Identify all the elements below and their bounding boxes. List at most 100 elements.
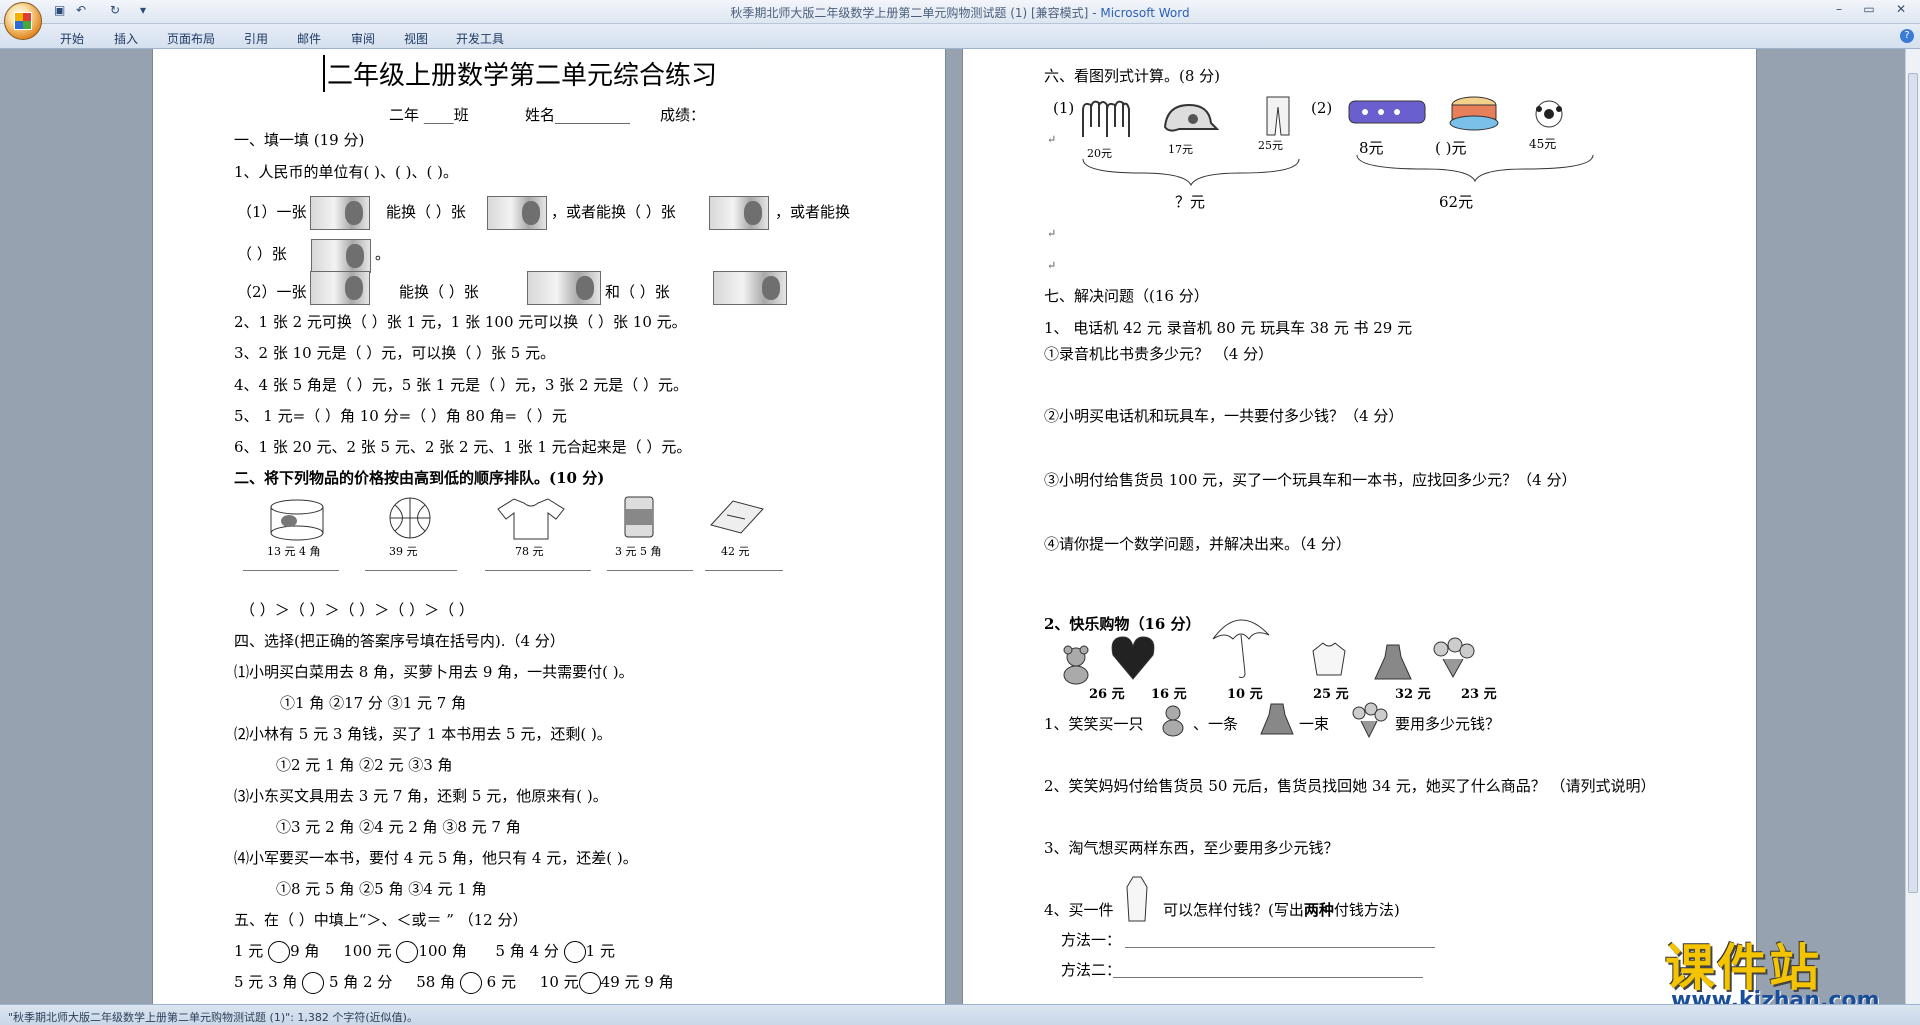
document-name: 秋季期北师大版二年级数学上册第二单元购物测试题 (1) [兼容模式] xyxy=(730,6,1089,20)
shop-question-4-bold: 两种 xyxy=(1303,901,1334,919)
heart-card-image xyxy=(1111,636,1155,680)
header-score: 成绩： xyxy=(660,106,706,124)
teddy-bear-image xyxy=(1063,645,1089,685)
paragraph-mark: ↵ xyxy=(1047,133,1057,146)
dress-small-image xyxy=(1260,703,1294,735)
shop-price-3: 10 元 xyxy=(1227,687,1263,702)
banknote-20-image xyxy=(709,196,769,230)
umbrella-image xyxy=(1212,619,1270,678)
goods-sum: ？元 xyxy=(1175,193,1206,211)
section-2-heading: 二、将下列物品的价格按由高到低的顺序排队。(10 分) xyxy=(234,469,605,487)
ribbon-tabs: 开始 插入 页面布局 引用 邮件 审阅 视图 开发工具 ? xyxy=(0,24,1920,49)
compare-circle[interactable] xyxy=(563,941,586,963)
question-3: 3、2 张 10 元是（ ）元，可以换（ ）张 5 元。 xyxy=(234,344,556,362)
box-image xyxy=(710,500,764,534)
price-2: 39 元 xyxy=(389,545,418,558)
basketball-image xyxy=(389,497,431,539)
tab-developer[interactable]: 开发工具 xyxy=(456,30,504,47)
section-7-heading: 七、解决问题（(16 分） xyxy=(1044,287,1209,305)
compare-right: 6 元 xyxy=(486,973,516,991)
answer-line xyxy=(705,570,783,571)
banknote-10-image xyxy=(311,239,371,273)
brace-1 xyxy=(1082,158,1300,187)
flowers-image xyxy=(1433,637,1475,679)
minimize-button[interactable]: – xyxy=(1826,2,1852,20)
question-1: 1、人民币的单位有( )、( )、( )。 xyxy=(234,163,458,181)
compare-circle[interactable] xyxy=(459,972,482,994)
office-button[interactable] xyxy=(4,2,42,40)
answer-line xyxy=(607,570,693,571)
compare-circle[interactable] xyxy=(268,941,291,963)
app-name: Microsoft Word xyxy=(1100,6,1190,20)
page-title: 二年级上册数学第二单元综合练习 xyxy=(323,55,717,92)
tab-review[interactable]: 审阅 xyxy=(351,30,375,47)
toys-sum: 62元 xyxy=(1439,193,1474,211)
maximize-button[interactable]: ▭ xyxy=(1856,2,1882,20)
problem-7-2: ②小明买电话机和玩具车，一共要付多少钱？（4 分） xyxy=(1044,407,1404,425)
tab-page-layout[interactable]: 页面布局 xyxy=(167,30,215,47)
trousers-image xyxy=(1266,96,1290,136)
vertical-scrollbar[interactable] xyxy=(1905,49,1920,1004)
tab-home[interactable]: 开始 xyxy=(60,30,84,47)
scrollbar-thumb[interactable] xyxy=(1908,73,1918,893)
compare-right: 1 元 xyxy=(585,942,615,960)
shop-price-1: 26 元 xyxy=(1089,687,1125,702)
method-1-label: 方法一： xyxy=(1061,931,1122,949)
question-1a-part-2: 能换（ ）张 xyxy=(386,203,466,221)
window-title: 秋季期北师大版二年级数学上册第二单元购物测试题 (1) [兼容模式] - Mic… xyxy=(0,4,1920,21)
question-5: 5、 1 元=（ ）角 10 分=（ ）角 80 角=（ ）元 xyxy=(234,407,567,425)
section-4-heading: 四、选择(把正确的答案序号填在括号内).（4 分） xyxy=(234,632,565,650)
question-1a-part-4: ，或者能换 xyxy=(775,203,851,221)
teddy-bear-small-image xyxy=(1162,705,1184,737)
shop-question-4-text: 可以怎样付钱？(写出 xyxy=(1163,901,1304,919)
banknote-1-image xyxy=(713,271,787,305)
choice-1: ⑴小明买白菜用去 8 角，买萝卜用去 9 角，一共需要付( )。 xyxy=(234,663,634,681)
ordering-row: （ ）＞（ ）＞（ ）＞（ ）＞（ ） xyxy=(240,601,474,619)
cap-image xyxy=(1163,103,1219,132)
compare-circle[interactable] xyxy=(578,972,601,994)
word-count-status[interactable]: "秋季期北师大版二年级数学上册第二单元购物测试题 (1)": 1,382 个字符… xyxy=(8,1009,418,1025)
shop-question-1c: 一束 xyxy=(1299,715,1330,733)
header-name: 姓名__________ xyxy=(525,106,631,124)
compare-right: 9 角 xyxy=(290,942,320,960)
compare-left: 5 角 4 分 xyxy=(495,942,559,960)
paragraph-mark: ↵ xyxy=(1047,227,1057,240)
tab-references[interactable]: 引用 xyxy=(244,30,268,47)
shop-question-4-tail: 付钱方法) xyxy=(1333,901,1400,919)
page-2[interactable]: 六、看图列式计算。(8 分) (1) 20元 17元 25元 ？元 (2) 8元… xyxy=(963,49,1756,1004)
compare-left: 58 角 xyxy=(416,973,456,991)
help-icon[interactable]: ? xyxy=(1900,29,1914,43)
tab-insert[interactable]: 插入 xyxy=(114,30,138,47)
answer-line xyxy=(485,570,591,571)
question-1b-part-2: 。 xyxy=(375,245,391,263)
title-bar: ▣ ↶ ↻ ▾ 秋季期北师大版二年级数学上册第二单元购物测试题 (1) [兼容模… xyxy=(0,0,1920,40)
method-2-line[interactable] xyxy=(1113,977,1423,978)
compare-circle[interactable] xyxy=(396,941,419,963)
shop-question-4a: 4、买一件 xyxy=(1044,901,1114,919)
tab-view[interactable]: 视图 xyxy=(404,30,428,47)
compare-circle[interactable] xyxy=(302,972,325,994)
shop-question-3: 3、淘气想买两样东西，至少要用多少元钱？ xyxy=(1044,839,1339,857)
toys-price-3: 45元 xyxy=(1529,137,1557,151)
compare-row-2: 5 元 3 角 5 角 2 分 58 角 6 元 10 元 49 元 9 角 xyxy=(234,971,674,994)
close-button[interactable]: ✕ xyxy=(1888,2,1914,20)
flowers-small-image xyxy=(1352,702,1388,739)
question-1b-part-1: （ ）张 xyxy=(237,245,287,263)
status-bar: "秋季期北师大版二年级数学上册第二单元购物测试题 (1)": 1,382 个字符… xyxy=(0,1004,1920,1025)
page-1[interactable]: 二年级上册数学第二单元综合练习 二年 ____班 姓名__________ 成绩… xyxy=(153,49,945,1004)
tab-mailings[interactable]: 邮件 xyxy=(297,30,321,47)
product-list: 1、 电话机 42 元 录音机 80 元 玩具车 38 元 书 29 元 xyxy=(1044,319,1413,337)
shop-price-5: 32 元 xyxy=(1395,687,1431,702)
answer-line xyxy=(365,570,457,571)
question-1c-part-3: 和（ ）张 xyxy=(605,283,670,301)
compare-row-1: 1 元 9 角 100 元 100 角 5 角 4 分 1 元 xyxy=(234,940,615,963)
brace-2 xyxy=(1356,154,1594,183)
shop-question-1b: 、一条 xyxy=(1193,715,1239,733)
banknote-2-image xyxy=(527,271,601,305)
method-1-line[interactable] xyxy=(1125,947,1435,948)
choice-4-options: ①8 元 5 角 ②5 角 ③4 元 1 角 xyxy=(276,880,487,898)
method-2-label: 方法二： xyxy=(1061,961,1122,979)
goods-price-2: 17元 xyxy=(1168,143,1193,156)
document-workspace[interactable]: 二年级上册数学第二单元综合练习 二年 ____班 姓名__________ 成绩… xyxy=(0,49,1905,1004)
choice-2: ⑵小林有 5 元 3 角钱，买了 1 本书用去 5 元，还剩( )。 xyxy=(234,725,612,743)
